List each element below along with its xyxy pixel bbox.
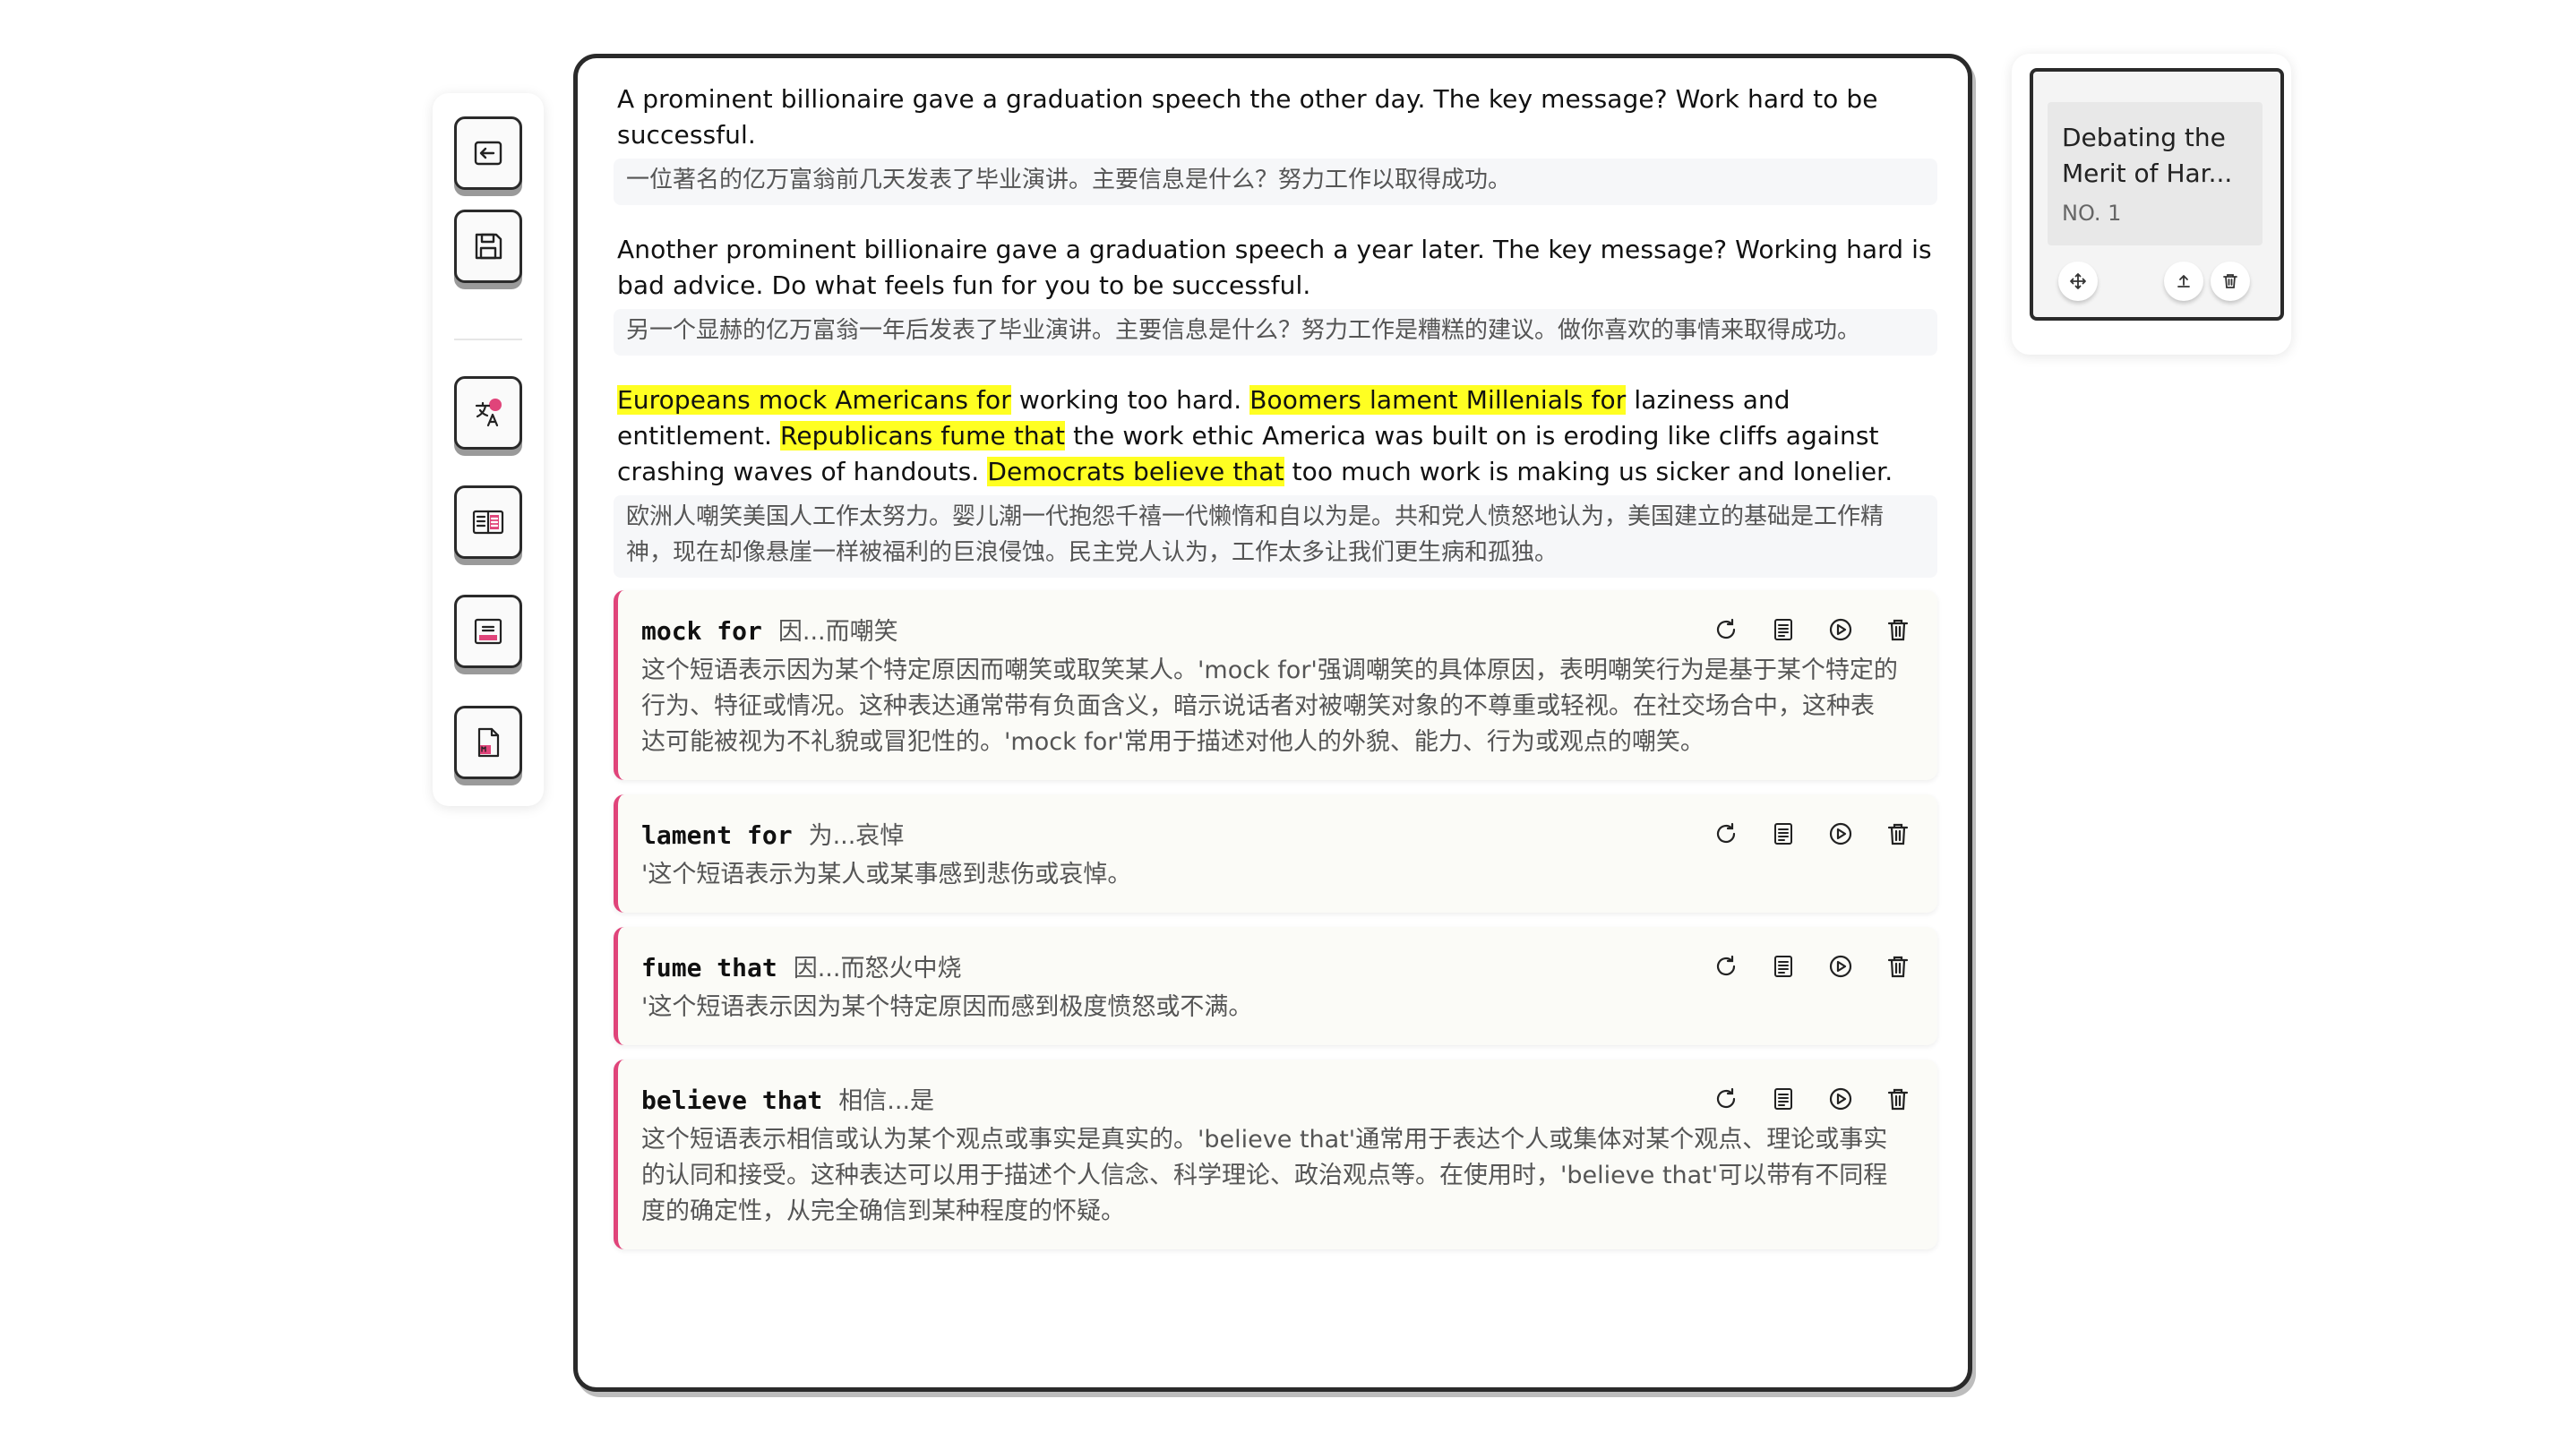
phrase-meaning: 因...而怒火中烧 [793,955,962,983]
details-button[interactable] [1767,614,1799,646]
trash-icon [1887,1088,1909,1111]
paragraph-translation: 另一个显赫的亿万富翁一年后发表了毕业演讲。主要信息是什么？努力工作是糟糕的建议。… [614,309,1937,356]
document-icon [1774,1088,1792,1110]
paragraph-text: too much work is making us sicker and lo… [1284,457,1893,486]
play-icon [1829,822,1852,845]
left-toolbar [433,93,544,806]
upload-icon [2177,275,2190,287]
paragraph-english[interactable]: A prominent billionaire gave a graduatio… [614,82,1937,153]
play-button[interactable] [1825,950,1857,983]
note-preview[interactable]: Debating the Merit of Har... NO. 1 [2048,102,2263,245]
upload-button[interactable] [2164,262,2203,301]
phrase-explanation: 这个短语表示因为某个特定原因而嘲笑或取笑某人。'mock for'强调嘲笑的具体… [641,656,1898,756]
exit-icon [474,141,502,166]
paragraph-block: Europeans mock Americans for working too… [614,382,1937,578]
phrase-term: lament for [641,820,793,850]
trash-icon [1887,619,1909,641]
paragraph-block: A prominent billionaire gave a graduatio… [614,82,1937,205]
trash-icon [1887,956,1909,978]
phrase-explanation: '这个短语表示为某人或某事感到悲伤或哀悼。 [641,861,1132,888]
phrase-card: believe that 相信...是 这个短语表示相信或认为某个观点或事实是真… [614,1060,1937,1249]
reader-icon [474,618,502,645]
card-actions [1710,614,1914,646]
phrase-card: fume that 因...而怒火中烧 '这个短语表示因为某个特定原因而感到极度… [614,927,1937,1045]
details-button[interactable] [1767,1083,1799,1115]
phrase-meaning: 相信...是 [838,1087,935,1115]
phrase-explanation: '这个短语表示因为某个特定原因而感到极度愤怒或不满。 [641,993,1253,1021]
card-actions [1710,1083,1914,1115]
phrase-term: believe that [641,1085,823,1115]
refresh-icon [1716,822,1736,844]
trash-icon [2223,274,2237,288]
paragraph-translation: 一位著名的亿万富翁前几天发表了毕业演讲。主要信息是什么？努力工作以取得成功。 [614,159,1937,205]
delete-note-button[interactable] [2211,262,2250,301]
refresh-icon [1716,618,1736,639]
paragraph-text: working too hard. [1010,385,1250,415]
card-actions [1710,950,1914,983]
regenerate-button[interactable] [1710,818,1742,850]
translate-button[interactable] [454,376,522,450]
document-icon [1774,956,1792,977]
book-icon [472,510,504,535]
paragraph-english[interactable]: Another prominent billionaire gave a gra… [614,232,1937,304]
phrase-card: lament for 为...哀悼 '这个短语表示为某人或某事感到悲伤或哀悼。 [614,794,1937,913]
bilingual-button[interactable] [454,485,522,559]
note-title: Debating the Merit of Har... [2062,123,2233,188]
highlighted-phrase[interactable]: Europeans mock Americans for [617,385,1011,415]
delete-button[interactable] [1882,1083,1914,1115]
export-markdown-button[interactable] [454,706,522,779]
move-icon [2070,273,2086,289]
regenerate-button[interactable] [1710,950,1742,983]
regenerate-button[interactable] [1710,614,1742,646]
play-icon [1829,955,1852,978]
play-icon [1829,1087,1852,1111]
regenerate-button[interactable] [1710,1083,1742,1115]
notes-panel: Debating the Merit of Har... NO. 1 [2012,54,2291,355]
document-icon [1774,619,1792,640]
exit-button[interactable] [454,116,522,190]
play-button[interactable] [1825,614,1857,646]
trash-icon [1887,823,1909,845]
play-button[interactable] [1825,818,1857,850]
paragraph-translation: 欧洲人嘲笑美国人工作太努力。婴儿潮一代抱怨千禧一代懒惰和自以为是。共和党人愤怒地… [614,495,1937,578]
play-icon [1829,618,1852,641]
play-button[interactable] [1825,1083,1857,1115]
markdown-file-icon [477,727,500,758]
details-button[interactable] [1767,950,1799,983]
phrase-card: mock for 因...而嘲笑 这个短语表示因为某个特定原因而嘲笑或取笑某人。… [614,590,1937,780]
highlighted-phrase[interactable]: Democrats believe that [987,457,1284,486]
document-icon [1774,823,1792,845]
reader-button[interactable] [454,595,522,668]
toolbar-divider [454,339,522,340]
save-button[interactable] [454,210,522,283]
move-button[interactable] [2058,262,2098,301]
phrase-term: fume that [641,953,777,983]
refresh-icon [1716,1087,1736,1109]
refresh-icon [1716,955,1736,976]
phrase-term: mock for [641,616,762,646]
highlighted-phrase[interactable]: Boomers lament Millenials for [1249,385,1627,415]
phrase-meaning: 因...而嘲笑 [777,618,898,646]
delete-button[interactable] [1882,950,1914,983]
delete-button[interactable] [1882,614,1914,646]
paragraph-english[interactable]: Europeans mock Americans for working too… [614,382,1937,490]
note-card[interactable]: Debating the Merit of Har... NO. 1 [2030,68,2284,321]
reading-panel: A prominent billionaire gave a graduatio… [573,54,1972,1392]
note-number: NO. 1 [2062,201,2122,226]
phrase-explanation: 这个短语表示相信或认为某个观点或事实是真实的。'believe that'通常用… [641,1126,1888,1225]
card-actions [1710,818,1914,850]
save-icon [475,233,502,260]
phrase-card-list: mock for 因...而嘲笑 这个短语表示因为某个特定原因而嘲笑或取笑某人。… [614,590,1937,1249]
translate-icon [475,399,502,427]
highlighted-phrase[interactable]: Republicans fume that [780,421,1066,450]
details-button[interactable] [1767,818,1799,850]
delete-button[interactable] [1882,818,1914,850]
phrase-meaning: 为...哀悼 [808,822,905,850]
paragraph-block: Another prominent billionaire gave a gra… [614,232,1937,356]
